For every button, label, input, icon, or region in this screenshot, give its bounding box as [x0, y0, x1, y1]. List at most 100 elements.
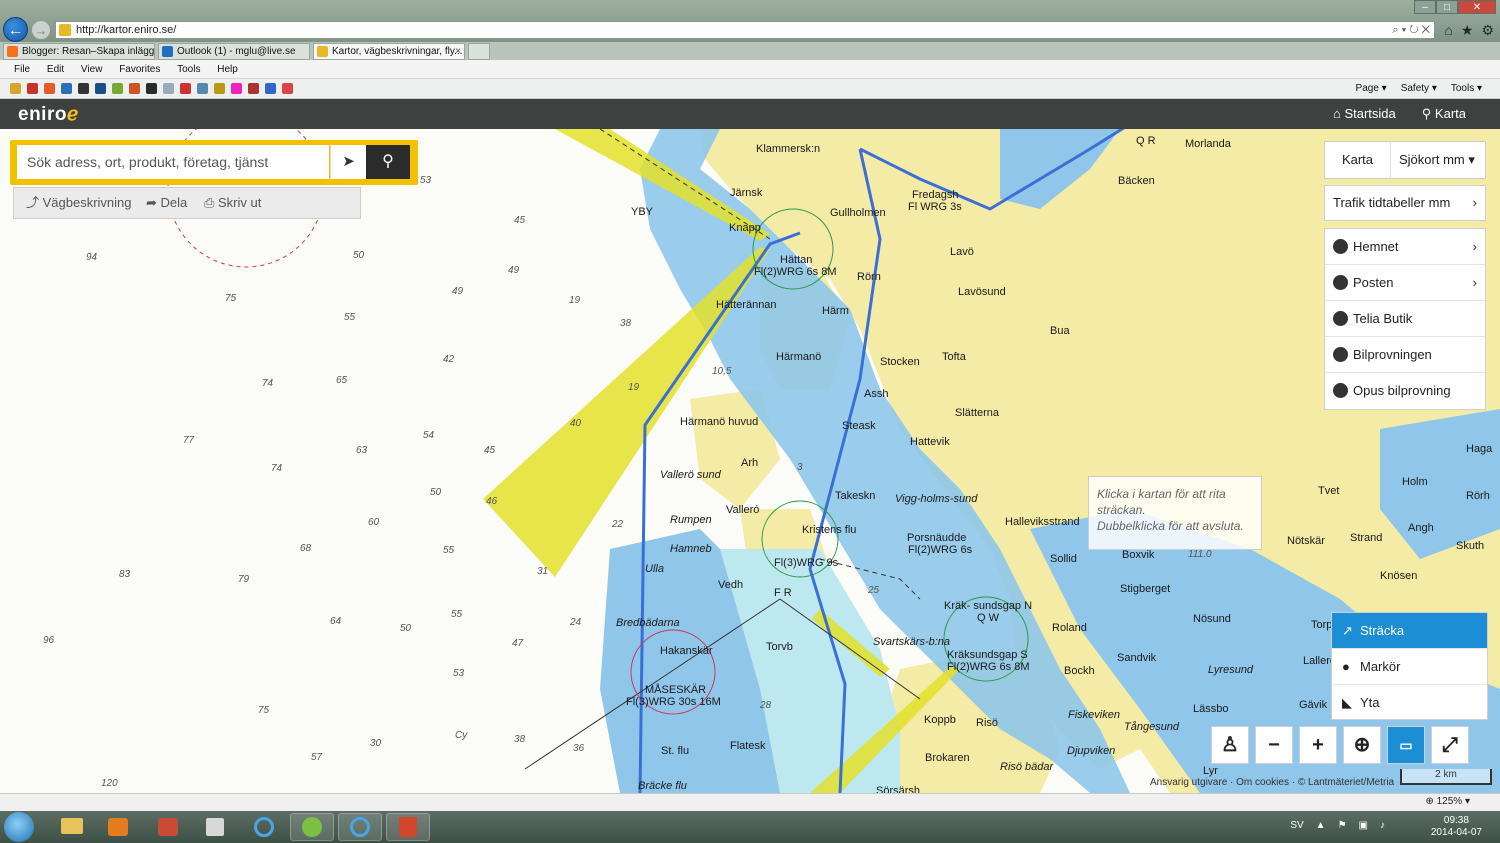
karta-link[interactable]: ⚲ Karta: [1422, 106, 1466, 122]
print-button[interactable]: ⎙ Skriv ut: [204, 188, 261, 218]
directions-button[interactable]: ⤴ Vägbeskrivning: [26, 188, 132, 218]
eniro-logo[interactable]: eniroℯ: [18, 103, 79, 126]
favorite-site-icon[interactable]: [197, 83, 208, 94]
depth-sounding: 28: [760, 700, 772, 711]
poi-telia[interactable]: Telia Butik: [1325, 301, 1485, 337]
favorites-star-icon[interactable]: ★: [1461, 22, 1474, 39]
draw-marker-option[interactable]: ● Markör: [1332, 649, 1487, 685]
address-bar[interactable]: http://kartor.eniro.se/ ⌕ ▾ ↻ ✕: [55, 21, 1435, 39]
favorite-site-icon[interactable]: [282, 83, 293, 94]
locate-button[interactable]: ⊕: [1343, 726, 1381, 764]
tray-expand-icon[interactable]: ▲: [1316, 820, 1326, 831]
fullscreen-button[interactable]: ⤢: [1431, 726, 1469, 764]
depth-sounding: 47: [512, 638, 524, 649]
place-label: Nötskär: [1287, 535, 1325, 547]
depth-sounding: 65: [336, 375, 348, 386]
search-input[interactable]: [17, 145, 329, 179]
traffic-timetables-button[interactable]: Trafik tidtabeller mm ›: [1324, 185, 1486, 221]
favorite-site-icon[interactable]: [61, 83, 72, 94]
powerpoint-taskbar-icon[interactable]: [386, 813, 430, 841]
poi-posten[interactable]: Posten ›: [1325, 265, 1485, 301]
close-tab-icon[interactable]: ×: [455, 44, 461, 59]
favorite-site-icon[interactable]: [146, 83, 157, 94]
volume-icon[interactable]: ♪: [1380, 820, 1385, 831]
poi-list: Hemnet › Posten › Telia Butik Bilprovninge…: [1324, 228, 1486, 410]
maximize-icon[interactable]: □: [1436, 0, 1458, 14]
favorite-site-icon[interactable]: [248, 83, 259, 94]
draw-area-option[interactable]: ◣ Yta: [1332, 685, 1487, 721]
tab-eniro[interactable]: Kartor, vägbeskrivningar, fly... ×: [313, 43, 465, 60]
window-controls[interactable]: – □ ✕: [1414, 0, 1496, 14]
depth-sounding: 55: [344, 312, 356, 323]
zoom-level[interactable]: ⊕ 125% ▾: [1425, 796, 1470, 807]
start-button[interactable]: [4, 812, 34, 842]
depth-sounding: 30: [370, 738, 382, 749]
home-icon[interactable]: ⌂: [1444, 22, 1452, 39]
search-tools: ⤴ Vägbeskrivning ➦ Dela ⎙ Skriv ut: [13, 187, 361, 219]
favorite-site-icon[interactable]: [231, 83, 242, 94]
depth-sounding: 74: [271, 463, 283, 474]
menu-file[interactable]: File: [14, 64, 30, 75]
opus-icon: [1333, 383, 1348, 398]
locate-me-button[interactable]: ➤: [330, 145, 366, 179]
address-tools[interactable]: ⌕ ▾ ↻ ✕: [1392, 22, 1430, 38]
clock-time: 09:38: [1443, 815, 1469, 826]
favorite-site-icon[interactable]: [163, 83, 174, 94]
favorite-site-icon[interactable]: [265, 83, 276, 94]
media-player-taskbar-icon[interactable]: [96, 813, 140, 841]
ie-taskbar-icon[interactable]: [242, 813, 286, 841]
calculator-taskbar-icon[interactable]: [194, 813, 238, 841]
favorite-site-icon[interactable]: [10, 83, 21, 94]
menu-favorites[interactable]: Favorites: [119, 64, 160, 75]
explorer-taskbar-icon[interactable]: [50, 813, 94, 841]
tab-blogger[interactable]: Blogger: Resan–Skapa inlägg: [3, 43, 155, 60]
network-icon[interactable]: ▣: [1359, 820, 1368, 831]
street-view-button[interactable]: ♙: [1211, 726, 1249, 764]
tooltip-line-1: Klicka i kartan för att rita sträckan.: [1097, 487, 1226, 517]
search-button[interactable]: ⚲: [366, 145, 410, 179]
favorite-site-icon[interactable]: [27, 83, 38, 94]
menu-help[interactable]: Help: [217, 64, 238, 75]
close-window-icon[interactable]: ✕: [1458, 0, 1496, 14]
favorite-site-icon[interactable]: [129, 83, 140, 94]
calculator-icon: [206, 818, 224, 836]
measure-tool-button[interactable]: ▭: [1387, 726, 1425, 764]
favorite-site-icon[interactable]: [180, 83, 191, 94]
favorite-site-icon[interactable]: [214, 83, 225, 94]
new-tab-button[interactable]: [468, 43, 490, 60]
command-tools[interactable]: Tools ▾: [1451, 79, 1482, 99]
share-button[interactable]: ➦ Dela: [146, 188, 187, 218]
poi-bilprovningen[interactable]: Bilprovningen: [1325, 337, 1485, 373]
menu-tools[interactable]: Tools: [177, 64, 200, 75]
minimize-icon[interactable]: –: [1414, 0, 1436, 14]
zoom-in-button[interactable]: +: [1299, 726, 1337, 764]
menu-view[interactable]: View: [81, 64, 103, 75]
favorite-site-icon[interactable]: [112, 83, 123, 94]
layer-karta-button[interactable]: Karta: [1325, 142, 1391, 178]
ie-active-taskbar-icon[interactable]: [338, 813, 382, 841]
favorite-site-icon[interactable]: [95, 83, 106, 94]
zoom-out-button[interactable]: −: [1255, 726, 1293, 764]
command-safety[interactable]: Safety ▾: [1401, 79, 1437, 99]
spotify-taskbar-icon[interactable]: [290, 813, 334, 841]
taskbar-clock[interactable]: 09:38 2014-04-07: [1431, 815, 1482, 839]
layer-sjokort-dropdown[interactable]: Sjökort mm ▾: [1393, 142, 1485, 178]
place-label: Steask: [842, 420, 876, 432]
poi-hemnet[interactable]: Hemnet ›: [1325, 229, 1485, 265]
tab-outlook[interactable]: Outlook (1) - mglu@live.se: [158, 43, 310, 60]
nautical-map[interactable]: 67 53 45 94 50 49 75 55 49 19 38 42 74 65 10,5 19 77 54 45…: [0, 129, 1500, 793]
startsida-link[interactable]: ⌂ Startsida: [1333, 106, 1396, 122]
favorite-site-icon[interactable]: [78, 83, 89, 94]
map-attribution[interactable]: Ansvarig utgivare · Om cookies · © Lantm…: [1150, 777, 1394, 788]
flag-icon[interactable]: ⚑: [1338, 820, 1347, 831]
favorite-site-icon[interactable]: [44, 83, 55, 94]
app-taskbar-icon[interactable]: [146, 813, 190, 841]
settings-gear-icon[interactable]: ⚙: [1481, 22, 1494, 39]
back-button[interactable]: ←: [3, 17, 28, 42]
poi-opus[interactable]: Opus bilprovning: [1325, 373, 1485, 409]
menu-edit[interactable]: Edit: [47, 64, 64, 75]
language-indicator[interactable]: SV: [1290, 820, 1303, 831]
forward-button[interactable]: →: [31, 20, 51, 40]
command-page[interactable]: Page ▾: [1356, 79, 1387, 99]
draw-line-option[interactable]: ↗ Sträcka: [1332, 613, 1487, 649]
